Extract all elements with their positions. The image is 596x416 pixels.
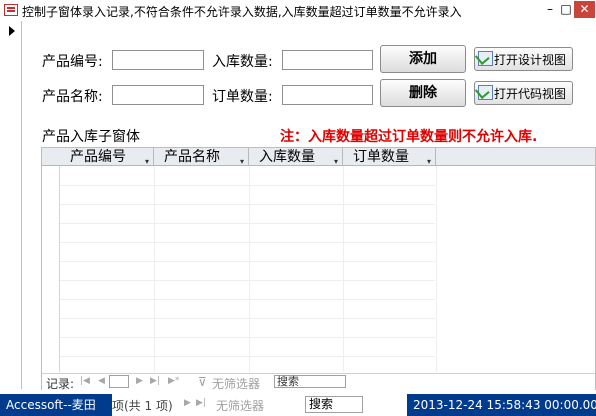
datasheet-header: 产品编号 ▾ 产品名称 ▾ 入库数量 ▾ 订单数量 ▾ xyxy=(42,148,595,166)
design-view-icon xyxy=(478,51,493,66)
no-filter-label[interactable]: 无筛选器 xyxy=(212,375,260,392)
column-header-product-id[interactable]: 产品编号 ▾ xyxy=(60,148,154,166)
clock-status: 2013-12-24 15:58:43 00:00.000 xyxy=(407,394,596,416)
order-qty-input[interactable] xyxy=(282,85,373,105)
grid-line xyxy=(60,204,435,205)
no-filter-icon: ⊽ xyxy=(198,375,207,389)
add-button[interactable]: 添加 xyxy=(380,45,466,73)
grid-line xyxy=(60,280,435,281)
product-id-input[interactable] xyxy=(112,50,204,70)
close-button[interactable]: ✕ xyxy=(574,1,595,18)
sort-dropdown-icon[interactable]: ▾ xyxy=(145,153,149,166)
column-header-label: 订单数量 xyxy=(353,149,409,165)
stock-qty-input[interactable] xyxy=(282,50,373,70)
record-count: 项(共 1 项) xyxy=(112,399,173,413)
open-design-view-button[interactable]: 打开设计视图 xyxy=(474,47,573,71)
open-design-view-label: 打开设计视图 xyxy=(494,53,567,67)
column-header-order-qty[interactable]: 订单数量 ▾ xyxy=(343,148,436,166)
validation-note: 注：入库数量超过订单数量则不允许入库. xyxy=(280,129,538,145)
grid-line xyxy=(60,261,435,262)
grid-line xyxy=(60,185,435,186)
grid-line xyxy=(60,337,435,338)
column-header-product-name[interactable]: 产品名称 ▾ xyxy=(154,148,249,166)
column-header-stock-qty[interactable]: 入库数量 ▾ xyxy=(249,148,343,166)
column-header-label: 入库数量 xyxy=(259,149,315,165)
grid-line xyxy=(60,318,435,319)
open-code-view-label: 打开代码视图 xyxy=(494,87,567,101)
title-bar: 控制子窗体录入记录,不符合条件不允许录入数据,入库数量超过订单数量不允许录入 –… xyxy=(0,0,596,21)
next-record-icon[interactable]: ▶ xyxy=(136,376,143,386)
form-icon xyxy=(4,4,18,16)
grid-line xyxy=(60,223,435,224)
new-record-icon[interactable]: ▶* xyxy=(168,376,179,386)
record-label: 记录: xyxy=(46,377,75,391)
grid-line xyxy=(436,166,437,372)
product-name-label: 产品名称: xyxy=(42,89,103,105)
last-record-icon[interactable]: ▶| xyxy=(196,398,206,408)
subform-record-navigator: 记录: |◀ ◀ ▶ ▶| ▶* ⊽ 无筛选器 搜索 xyxy=(42,373,595,392)
minimize-button[interactable]: – xyxy=(542,1,558,18)
dropdown-icon[interactable]: ▾ xyxy=(334,153,338,166)
dropdown-icon[interactable]: ▾ xyxy=(427,153,431,166)
code-view-icon xyxy=(478,85,493,100)
grid-line xyxy=(60,356,435,357)
current-record-arrow-icon xyxy=(9,26,15,36)
first-record-icon[interactable]: |◀ xyxy=(80,376,90,386)
dropdown-icon[interactable]: ▾ xyxy=(240,153,244,166)
no-filter-label[interactable]: 无筛选器 xyxy=(216,397,264,414)
restore-button[interactable]: □ xyxy=(558,1,574,18)
window-title: 控制子窗体录入记录,不符合条件不允许录入数据,入库数量超过订单数量不允许录入 xyxy=(22,5,462,19)
current-record-input[interactable] xyxy=(109,375,129,388)
last-record-icon[interactable]: ▶| xyxy=(150,376,160,386)
column-header-label: 产品名称 xyxy=(164,149,220,165)
subform-search-input[interactable]: 搜索 xyxy=(274,375,346,388)
stock-subform: 产品编号 ▾ 产品名称 ▾ 入库数量 ▾ 订单数量 ▾ 记录: |◀ ◀ ▶ ▶… xyxy=(41,147,596,392)
main-form: 产品编号: 入库数量: 添加 打开设计视图 产品名称: 订单数量: 删除 打开代… xyxy=(22,21,596,392)
grid-line xyxy=(343,166,344,372)
row-selector-column[interactable] xyxy=(42,148,60,372)
grid-line xyxy=(249,166,250,372)
order-qty-label: 订单数量: xyxy=(212,89,273,105)
brand-status: Accessoft--麦田 xyxy=(0,394,112,416)
grid-line xyxy=(154,166,155,372)
main-search-input[interactable]: 搜索 xyxy=(305,396,363,413)
open-code-view-button[interactable]: 打开代码视图 xyxy=(474,81,573,105)
subform-label: 产品入库子窗体 xyxy=(42,129,140,145)
column-header-label: 产品编号 xyxy=(70,149,126,165)
datasheet: 产品编号 ▾ 产品名称 ▾ 入库数量 ▾ 订单数量 ▾ xyxy=(42,148,595,372)
product-name-input[interactable] xyxy=(112,85,204,105)
record-selector[interactable] xyxy=(0,21,22,389)
delete-button[interactable]: 删除 xyxy=(380,79,466,107)
stock-qty-label: 入库数量: xyxy=(212,54,273,70)
next-record-icon[interactable]: ▶ xyxy=(184,398,191,408)
previous-record-icon[interactable]: ◀ xyxy=(98,376,105,386)
product-id-label: 产品编号: xyxy=(42,54,103,70)
grid-line xyxy=(60,299,435,300)
grid-line xyxy=(60,242,435,243)
